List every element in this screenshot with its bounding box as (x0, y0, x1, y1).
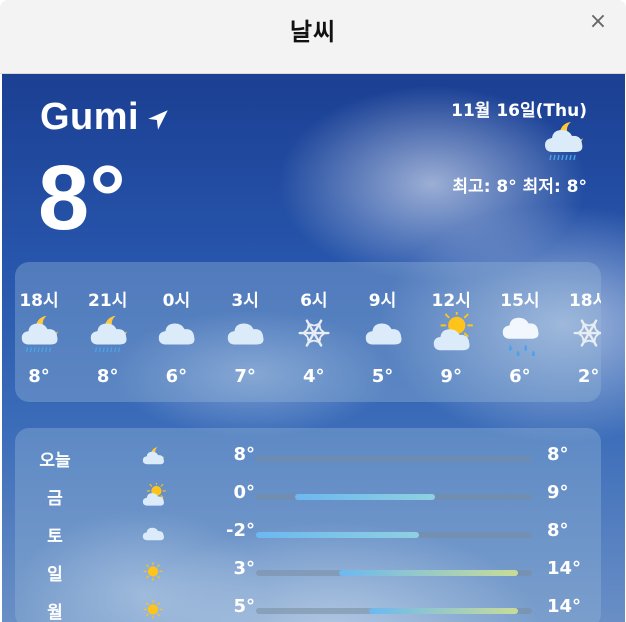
daily-high-temperature: 14° (547, 596, 582, 617)
hourly-temperature: 6° (165, 366, 188, 387)
hourly-item: 15시 6° (490, 262, 550, 402)
daily-low-temperature: 5° (233, 596, 255, 617)
cloud-icon (221, 312, 269, 356)
daily-day-label: 월 (47, 603, 63, 622)
temperature-range-fill (256, 532, 419, 538)
hourly-item: 0시 6° (146, 262, 206, 402)
temperature-range-bar (256, 570, 532, 576)
daily-row[interactable]: 일 3° 14° (15, 554, 601, 590)
hourly-temperature: 9° (440, 366, 462, 387)
today-condition-icon (538, 118, 588, 164)
current-temperature: 8° (38, 147, 126, 249)
daily-row[interactable]: 토 -2° 8° (15, 516, 601, 552)
temperature-range-bar (256, 608, 532, 614)
daily-low-temperature: -2° (226, 520, 255, 541)
hourly-time: 9시 (368, 291, 397, 311)
hourly-item: 9시 5° (353, 262, 413, 402)
hourly-item: 18시 8° (15, 262, 69, 402)
title-bar: 날씨 × (0, 0, 626, 74)
hourly-item: 21시 8° (78, 262, 138, 402)
temperature-range-fill (369, 608, 519, 614)
daily-day-label: 금 (47, 489, 63, 509)
hourly-time: 3시 (231, 291, 259, 311)
hourly-item: 6시 4° (284, 262, 344, 402)
high-low-temperature: 최고: 8° 최저: 8° (452, 177, 587, 197)
daily-day-label: 일 (47, 565, 63, 585)
window-title: 날씨 (289, 18, 337, 46)
temperature-range-bar (256, 532, 532, 538)
rain-cloud-icon (496, 312, 544, 357)
cloud-icon (139, 521, 167, 547)
daily-row[interactable]: 월 5° 14° (15, 592, 601, 622)
hourly-time: 12시 (431, 291, 471, 311)
temperature-range-fill (294, 494, 436, 500)
daily-row[interactable]: 금 0° 9° (15, 478, 601, 514)
daily-forecast[interactable]: 오늘 8° 8° 금 0° 9° 토 -2° 8° 일 3° 14° 월 5° 14° (15, 428, 601, 622)
hourly-time: 21시 (88, 291, 128, 311)
daily-day-label: 오늘 (39, 451, 71, 471)
temperature-range-bar (256, 494, 532, 500)
daily-day-label: 토 (47, 527, 63, 547)
cloud-icon (152, 312, 200, 356)
hourly-temperature: 8° (28, 366, 50, 387)
daily-high-temperature: 8° (547, 444, 569, 465)
sun-cloud-icon (139, 481, 167, 509)
hourly-time: 15시 (500, 291, 540, 311)
hourly-temperature: 4° (303, 366, 325, 387)
hourly-time: 18시 (568, 291, 601, 311)
snowflake-icon (290, 312, 338, 356)
daily-row[interactable]: 오늘 8° 8° (15, 440, 601, 476)
sun-icon (139, 597, 167, 622)
temperature-range-bar (256, 456, 532, 462)
hourly-item: 18시 2° (559, 262, 601, 402)
daily-high-temperature: 8° (547, 520, 569, 541)
snowflake-icon (565, 312, 601, 356)
hourly-temperature: 8° (96, 366, 119, 387)
daily-high-temperature: 9° (547, 482, 569, 503)
sun-cloud-icon (427, 309, 475, 356)
moon-rain-icon (15, 312, 63, 356)
hourly-temperature: 7° (234, 366, 256, 387)
daily-low-temperature: 8° (233, 444, 255, 465)
city-name: Gumi (40, 96, 140, 138)
daily-low-temperature: 3° (233, 558, 255, 579)
hourly-item: 3시 7° (215, 262, 275, 402)
sun-icon (139, 559, 167, 585)
weather-window: 날씨 × Gumi 8° 11월 16일(Thu) 최고: 8° 최저: 8° … (0, 0, 626, 622)
hourly-temperature: 5° (371, 366, 394, 387)
daily-low-temperature: 0° (233, 482, 255, 503)
location-header: Gumi (40, 96, 171, 139)
hourly-temperature: 6° (509, 366, 531, 387)
temperature-range-fill (338, 570, 519, 576)
hourly-time: 18시 (19, 291, 59, 311)
hourly-time: 6시 (300, 291, 328, 311)
moon-cloud-icon (139, 445, 167, 471)
close-icon[interactable]: × (586, 10, 610, 34)
hourly-item: 12시 9° (421, 262, 481, 402)
cloud-icon (359, 312, 407, 356)
hourly-temperature: 2° (577, 366, 600, 387)
hourly-forecast[interactable]: 18시 8° 21시 8° 0시 6° 3시 7° 6시 4° 9시 5° 12시 9° 15시 6° 18시 2… (15, 262, 601, 402)
daily-high-temperature: 14° (547, 558, 582, 579)
moon-rain-icon (84, 312, 132, 356)
weather-content: Gumi 8° 11월 16일(Thu) 최고: 8° 최저: 8° 18시 8°… (2, 74, 625, 622)
location-arrow-icon (148, 109, 168, 130)
hourly-time: 0시 (162, 291, 191, 311)
